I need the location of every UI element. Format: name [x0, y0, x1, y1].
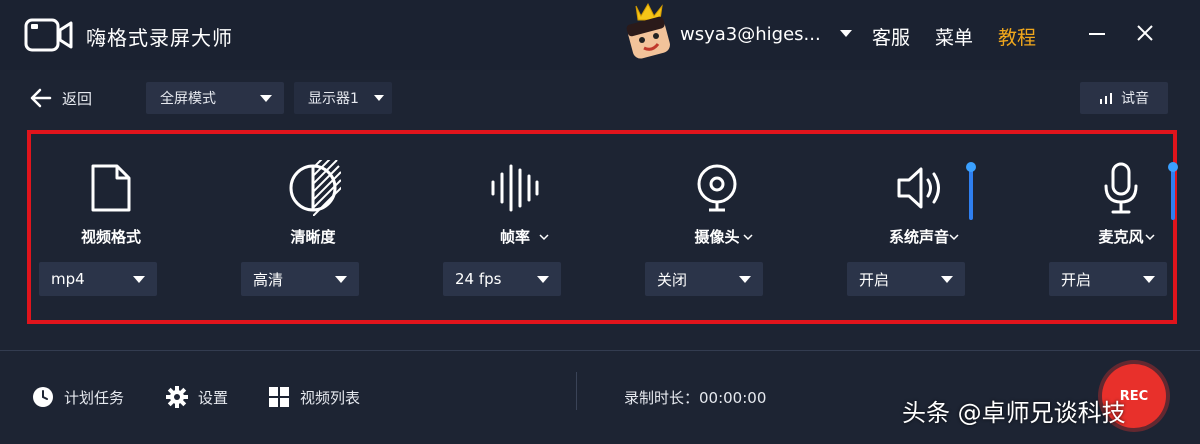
capture-mode-value: 全屏模式 — [160, 91, 216, 107]
chevron-down-icon — [739, 276, 751, 283]
settings-button[interactable]: 设置 — [166, 383, 228, 411]
close-icon[interactable] — [1134, 22, 1156, 44]
grid-icon — [269, 387, 289, 407]
camera-label: 摄像头 — [694, 228, 740, 246]
recording-duration: 录制时长：00:00:00 — [624, 389, 767, 407]
tutorial-link[interactable]: 教程 — [998, 23, 1036, 50]
chevron-down-icon — [941, 276, 953, 283]
camera-column: 摄像头 关闭 — [637, 134, 797, 320]
camera-select[interactable]: 关闭 — [645, 262, 763, 296]
video-format-label: 视频格式 — [80, 228, 141, 246]
separator — [576, 372, 577, 410]
webcam-icon — [697, 164, 737, 212]
quality-column: 清晰度 高清 — [233, 134, 393, 320]
chevron-down-icon — [1143, 276, 1155, 283]
support-link[interactable]: 客服 — [872, 23, 910, 50]
system-sound-label: 系统声音 — [888, 228, 949, 246]
microphone-icon — [1104, 162, 1138, 214]
toolbar: 返回 全屏模式 显示器1 试音 — [0, 72, 1200, 124]
video-format-select[interactable]: mp4 — [39, 262, 157, 296]
chevron-down-icon — [260, 95, 272, 102]
back-button[interactable]: 返回 — [30, 84, 92, 112]
video-list-label: 视频列表 — [300, 388, 361, 407]
system-sound-value: 开启 — [859, 270, 890, 289]
video-list-button[interactable]: 视频列表 — [268, 383, 360, 411]
half-circle-icon — [289, 160, 341, 216]
video-format-value: mp4 — [51, 270, 85, 288]
avatar[interactable] — [624, 2, 674, 60]
app-title: 嗨格式录屏大师 — [86, 26, 233, 50]
gear-icon — [166, 386, 188, 408]
audio-test-label: 试音 — [1121, 91, 1149, 107]
title-bar: 嗨格式录屏大师 wsya3@higes... 客服 菜单 教程 — [0, 0, 1200, 70]
slider-knob[interactable] — [1168, 162, 1178, 172]
microphone-column: 麦克风 开启 — [1041, 134, 1200, 320]
settings-label: 设置 — [198, 388, 229, 407]
chevron-down-icon[interactable] — [1145, 233, 1155, 241]
system-sound-select[interactable]: 开启 — [847, 262, 965, 296]
monitor-value: 显示器1 — [308, 91, 359, 107]
microphone-volume-slider[interactable] — [1168, 162, 1178, 220]
chevron-down-icon — [537, 276, 549, 283]
quality-select[interactable]: 高清 — [241, 262, 359, 296]
recording-settings-panel: 视频格式 mp4 清晰度 高清 帧率 24 fps 摄像头 关闭 系统声音 开启… — [27, 130, 1178, 324]
capture-mode-select[interactable]: 全屏模式 — [146, 82, 284, 114]
frame-rate-select[interactable]: 24 fps — [443, 262, 561, 296]
microphone-select[interactable]: 开启 — [1049, 262, 1167, 296]
microphone-label: 麦克风 — [1098, 228, 1144, 246]
schedule-task-button[interactable]: 计划任务 — [32, 383, 124, 411]
chevron-down-icon[interactable] — [743, 233, 753, 241]
monitor-select[interactable]: 显示器1 — [294, 82, 392, 114]
file-icon — [91, 164, 131, 212]
username[interactable]: wsya3@higes... — [680, 24, 821, 45]
quality-label: 清晰度 — [290, 228, 336, 246]
account-dropdown-icon[interactable] — [840, 30, 852, 37]
bar-level-icon — [1100, 93, 1112, 104]
camera-logo-icon — [24, 18, 73, 52]
system-volume-slider[interactable] — [966, 162, 976, 220]
back-label: 返回 — [62, 89, 93, 108]
clock-icon — [33, 387, 53, 407]
watermark: 头条 @卓师兄谈科技 — [902, 399, 1126, 427]
chevron-down-icon — [133, 276, 145, 283]
quality-value: 高清 — [253, 270, 284, 289]
schedule-task-label: 计划任务 — [64, 388, 125, 407]
arrow-left-icon — [30, 88, 52, 108]
menu-link[interactable]: 菜单 — [935, 23, 973, 50]
chevron-down-icon — [335, 276, 347, 283]
divider — [0, 350, 1200, 351]
audio-test-button[interactable]: 试音 — [1080, 82, 1168, 114]
frame-rate-value: 24 fps — [455, 270, 502, 288]
camera-value: 关闭 — [657, 270, 688, 289]
slider-knob[interactable] — [966, 162, 976, 172]
minimize-icon[interactable] — [1086, 22, 1108, 44]
chevron-down-icon[interactable] — [539, 233, 549, 241]
video-format-column: 视频格式 mp4 — [31, 134, 191, 320]
speaker-icon — [897, 167, 940, 209]
system-sound-column: 系统声音 开启 — [839, 134, 999, 320]
chevron-down-icon — [374, 95, 384, 101]
frame-rate-column: 帧率 24 fps — [435, 134, 595, 320]
microphone-value: 开启 — [1061, 270, 1092, 289]
chevron-down-icon[interactable] — [949, 233, 959, 241]
frame-rate-label: 帧率 — [499, 228, 530, 246]
waveform-icon — [491, 164, 539, 212]
